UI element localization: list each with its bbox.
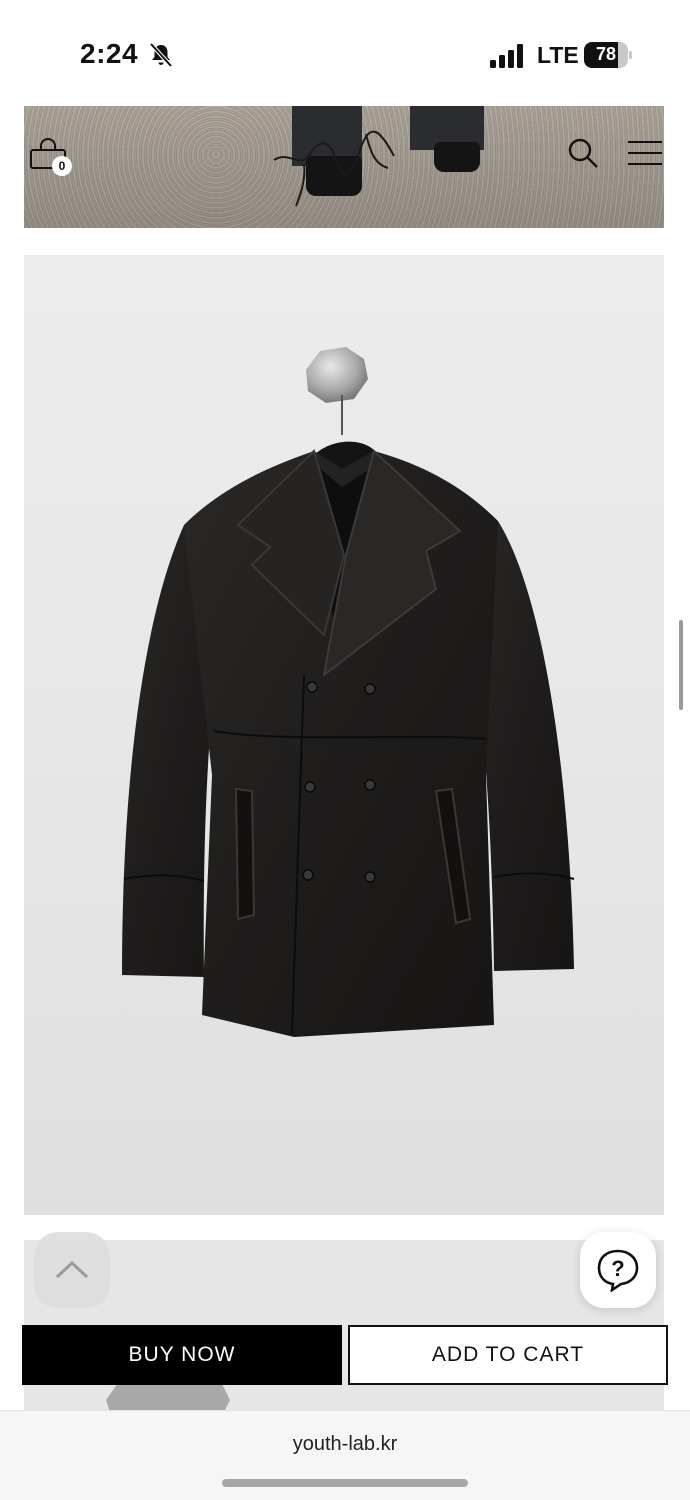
bell-muted-icon [149,42,173,68]
search-icon[interactable] [566,136,600,170]
menu-icon[interactable] [626,138,664,168]
browser-address-bar[interactable]: youth-lab.kr [0,1410,690,1500]
svg-text:?: ? [611,1256,624,1281]
url-text[interactable]: youth-lab.kr [0,1433,690,1456]
model-shoe-right [434,142,480,172]
product-image-main[interactable] [24,255,664,1215]
chevron-up-icon [55,1260,89,1279]
buy-now-button[interactable]: BUY NOW [22,1325,342,1385]
cart-count-badge: 0 [52,156,72,176]
status-bar: 2:24 LTE 78 [0,0,690,106]
cart-button[interactable]: 0 [24,106,80,206]
leather-jacket-photo [122,347,575,1037]
help-chat-button[interactable]: ? [580,1232,656,1308]
network-type: LTE [537,42,579,68]
home-indicator [222,1479,468,1487]
question-bubble-icon: ? [597,1249,639,1292]
signal-icon [490,44,523,68]
battery-level: 78 [595,44,617,64]
status-time: 2:24 [80,38,139,69]
youth-logo[interactable] [270,120,410,210]
page-scrollbar[interactable] [679,620,683,710]
scroll-to-top-button[interactable] [34,1232,110,1308]
site-header: 0 [24,106,664,228]
add-to-cart-button[interactable]: ADD TO CART [348,1325,668,1385]
battery-icon: 78 [584,42,632,68]
